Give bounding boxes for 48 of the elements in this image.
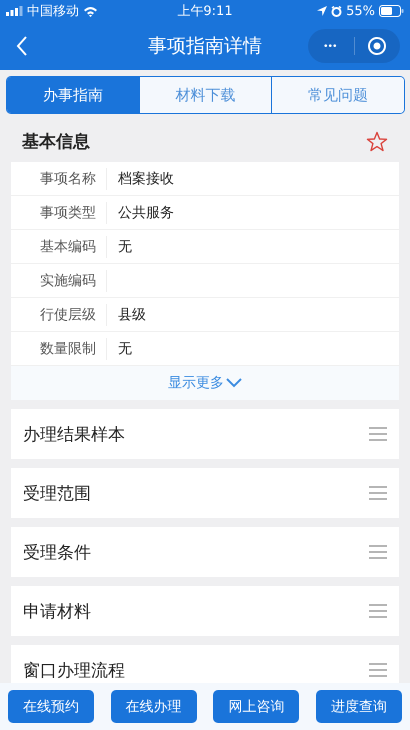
field-value: 县级	[118, 306, 146, 322]
star-icon	[366, 130, 388, 152]
menu-icon	[369, 604, 387, 618]
battery-percent: 55%	[346, 4, 375, 18]
menu-icon	[369, 663, 387, 677]
field-value: 公共服务	[118, 204, 174, 220]
section-card[interactable]: 申请材料	[11, 586, 399, 636]
section-card[interactable]: 受理范围	[11, 468, 399, 518]
chevron-down-icon	[226, 378, 242, 388]
field-label: 事项名称	[11, 168, 107, 190]
menu-icon	[369, 545, 387, 559]
menu-icon	[369, 427, 387, 441]
menu-icon	[369, 486, 387, 500]
section-card[interactable]: 办理结果样本	[11, 409, 399, 459]
section-title: 申请材料	[23, 600, 91, 622]
tab[interactable]: 办事指南	[7, 77, 139, 113]
action-button[interactable]: 网上咨询	[213, 690, 300, 723]
target-circle-icon	[367, 36, 388, 56]
show-more-button[interactable]: 显示更多	[11, 366, 399, 400]
field-value: 档案接收	[118, 170, 174, 186]
favorite-button[interactable]	[366, 130, 388, 152]
field-label: 数量限制	[11, 338, 107, 360]
action-button[interactable]: 在线办理	[110, 690, 197, 723]
field-value: 无	[118, 238, 132, 254]
section-card[interactable]: 窗口办理流程	[11, 645, 399, 683]
carrier-name: 中国移动	[27, 3, 79, 20]
status-time: 上午9:11	[177, 3, 233, 20]
alarm-clock-icon	[331, 6, 342, 16]
field-label: 实施编码	[11, 270, 107, 292]
section-title: 办理结果样本	[23, 424, 125, 446]
action-button[interactable]: 在线预约	[8, 690, 94, 723]
location-arrow-icon	[317, 6, 328, 16]
page-title: 事项指南详情	[148, 34, 262, 59]
section-title: 受理范围	[23, 482, 91, 504]
tab[interactable]: 常见问题	[271, 77, 404, 113]
wifi-icon	[83, 6, 98, 16]
action-button[interactable]: 进度查询	[316, 690, 402, 723]
field-label: 基本编码	[11, 236, 107, 258]
more-button[interactable]: •••	[308, 32, 354, 60]
field-label: 行使层级	[11, 304, 107, 326]
section-title: 受理条件	[23, 542, 91, 564]
battery-icon	[378, 5, 404, 17]
signal-icon	[6, 6, 23, 16]
field-value: 无	[118, 340, 132, 356]
section-card[interactable]: 受理条件	[11, 527, 399, 577]
section-title: 窗口办理流程	[23, 660, 125, 682]
field-label: 事项类型	[11, 202, 107, 224]
section-title: 基本信息	[22, 130, 90, 152]
